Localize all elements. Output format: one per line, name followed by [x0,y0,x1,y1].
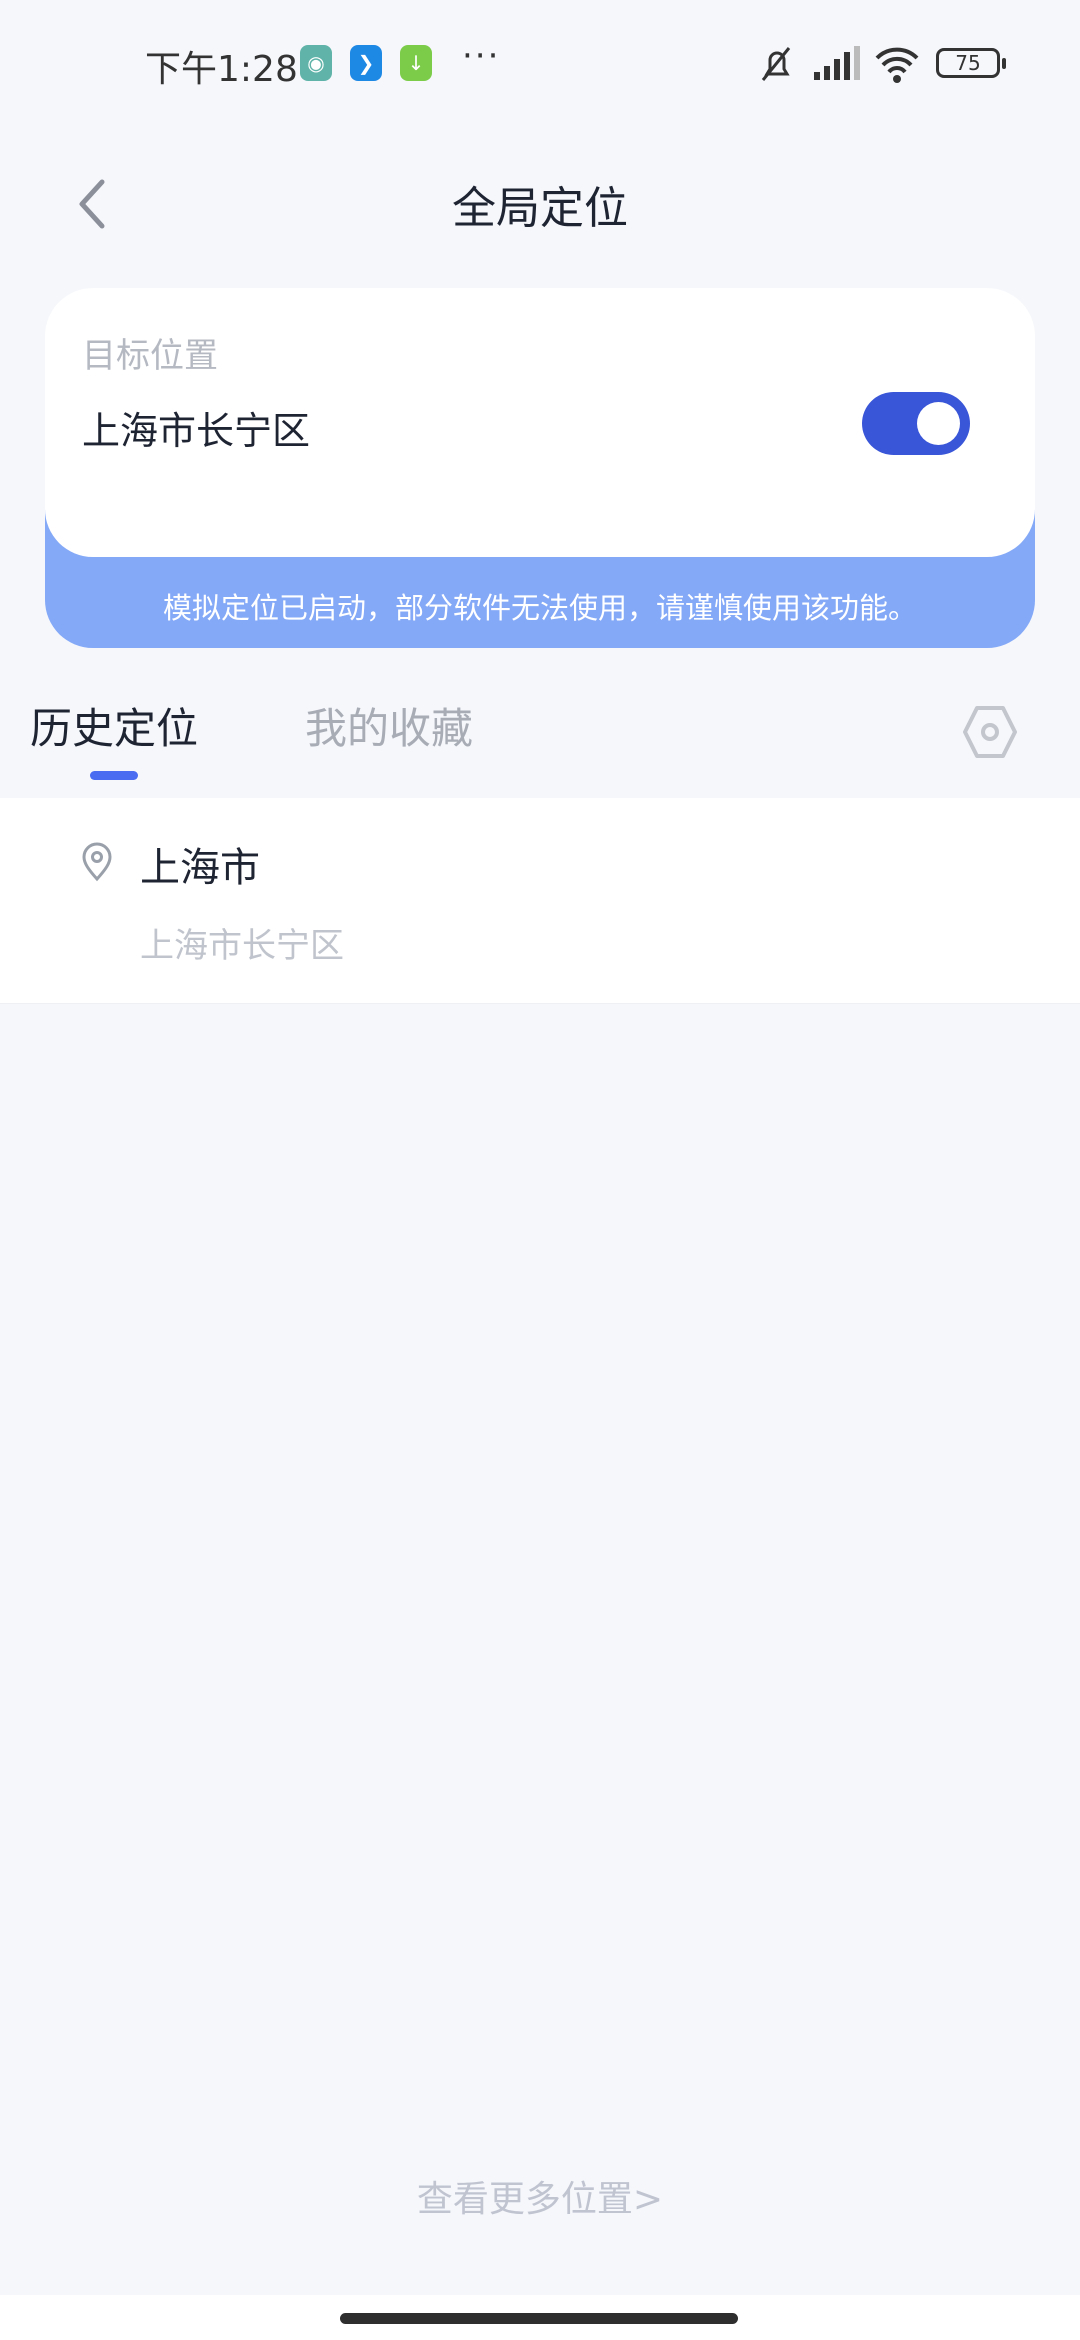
battery-icon: 75 [936,48,1006,78]
warning-text: 模拟定位已启动，部分软件无法使用，请谨慎使用该功能。 [162,591,917,625]
history-list-item[interactable] [0,798,1080,1004]
tab-favorites[interactable]: 我的收藏 [305,695,473,756]
bell-muted-icon [761,47,791,81]
tab-history[interactable]: 历史定位 [30,695,198,756]
download-app-icon: ↓ [400,45,432,81]
feather-app-icon: ❯ [350,45,382,81]
view-more-link[interactable]: 查看更多位置> [0,2170,1080,2222]
location-app-icon: ◉ [300,45,332,81]
target-label: 目标位置 [82,336,218,376]
status-time: 下午1:28 [145,49,298,90]
history-item-title: 上海市 [140,845,260,891]
settings-icon[interactable] [960,702,1020,762]
target-value: 上海市长宁区 [82,409,311,453]
home-indicator[interactable] [340,2313,738,2324]
history-item-subtitle: 上海市长宁区 [140,926,344,966]
mock-location-toggle[interactable] [862,392,970,455]
more-notifications-icon: ··· [462,36,501,76]
tab-indicator [90,771,138,780]
page-title: 全局定位 [452,183,628,234]
signal-icon [814,46,860,80]
location-pin-icon [82,842,112,882]
wifi-icon [875,47,919,83]
